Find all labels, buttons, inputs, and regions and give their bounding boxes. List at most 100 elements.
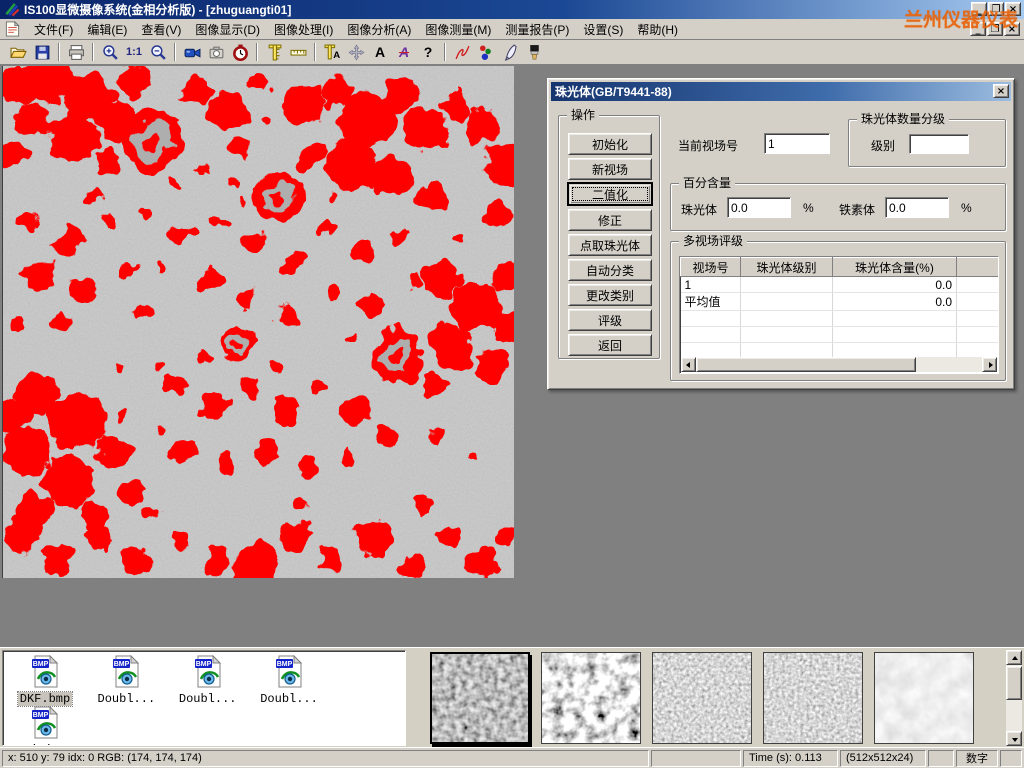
- menu-item-image-process[interactable]: 图像处理(I): [267, 19, 340, 40]
- svg-text:BMP: BMP: [33, 712, 49, 719]
- annotate-measure-button[interactable]: A: [320, 41, 344, 63]
- menu-item-image-analysis[interactable]: 图像分析(A): [340, 19, 418, 40]
- quill-pen-icon: [502, 44, 519, 61]
- scroll-thumb[interactable]: [696, 357, 916, 372]
- scroll-right-button[interactable]: [982, 357, 997, 372]
- change-class-button[interactable]: 更改类别: [568, 284, 652, 306]
- print-button[interactable]: [64, 41, 88, 63]
- level-input[interactable]: [909, 134, 969, 154]
- save-icon: [34, 44, 51, 61]
- dialog-close-button[interactable]: ×: [993, 84, 1009, 98]
- pearlite-percent-input[interactable]: [727, 197, 791, 218]
- camera-icon: [208, 44, 225, 61]
- file-item[interactable]: BMP Doubl...: [251, 655, 327, 706]
- file-name[interactable]: DKF.bmp: [18, 692, 72, 706]
- menu-item-file[interactable]: 文件(F): [27, 19, 80, 40]
- window-restore-button[interactable]: ❐: [988, 2, 1004, 16]
- file-item[interactable]: BMP Doubl...: [88, 655, 164, 706]
- spline-tool-button[interactable]: [450, 41, 474, 63]
- open-file-button[interactable]: [6, 41, 30, 63]
- count-points-button[interactable]: [474, 41, 498, 63]
- mdi-workspace: 珠光体(GB/T9441-88) × 操作 初始化 新视场 二值化 修正 点取珠…: [0, 65, 1024, 647]
- camera-capture-button[interactable]: [204, 41, 228, 63]
- return-button[interactable]: 返回: [568, 334, 652, 356]
- new-field-button[interactable]: 新视场: [568, 158, 652, 180]
- thumbnail-2[interactable]: [541, 652, 641, 744]
- menu-bar: 文件(F) 编辑(E) 查看(V) 图像显示(D) 图像处理(I) 图像分析(A…: [0, 19, 1024, 40]
- bmp-file-icon: BMP: [274, 655, 304, 688]
- text-style-button[interactable]: A: [392, 41, 416, 63]
- current-field-input[interactable]: [764, 133, 830, 154]
- rating-table-container: 视场号 珠光体级别 珠光体含量(%) 铁素体含量(%) 1 0.0 平均值: [679, 256, 999, 374]
- pen-tool-button[interactable]: [498, 41, 522, 63]
- col-pearlite-pct[interactable]: 珠光体含量(%): [833, 258, 957, 277]
- caliper-measure-button[interactable]: [262, 41, 286, 63]
- scroll-left-button[interactable]: [681, 357, 696, 372]
- file-item[interactable]: BMP Doubl...: [170, 655, 246, 706]
- thumbnail-3[interactable]: [652, 652, 752, 744]
- table-row[interactable]: 平均值 0.0: [681, 293, 1000, 311]
- menu-item-image-display[interactable]: 图像显示(D): [188, 19, 267, 40]
- menu-item-image-measure[interactable]: 图像测量(M): [418, 19, 498, 40]
- table-row[interactable]: 1 0.0: [681, 277, 1000, 293]
- stopwatch-icon: [232, 44, 249, 61]
- col-pearlite-level[interactable]: 珠光体级别: [741, 258, 833, 277]
- thumbnail-4[interactable]: [763, 652, 863, 744]
- zoom-out-button[interactable]: [146, 41, 170, 63]
- file-name[interactable]: HuiTi...: [14, 743, 76, 746]
- file-name[interactable]: Doubl...: [96, 692, 158, 706]
- window-minimize-button[interactable]: _: [971, 2, 987, 16]
- bmp-file-icon: BMP: [193, 655, 223, 688]
- file-item[interactable]: BMP HuiTi...: [7, 706, 83, 746]
- mdi-restore-button[interactable]: ❐: [987, 22, 1003, 36]
- zoom-actual-size-button[interactable]: 1:1: [122, 41, 146, 63]
- move-tool-button[interactable]: [344, 41, 368, 63]
- dialog-title-bar[interactable]: 珠光体(GB/T9441-88) ×: [551, 82, 1011, 101]
- video-camera-icon: [184, 44, 201, 61]
- micrograph-image[interactable]: [2, 66, 514, 578]
- auto-classify-button[interactable]: 自动分类: [568, 259, 652, 281]
- current-field-label: 当前视场号: [678, 137, 738, 154]
- menu-item-help[interactable]: 帮助(H): [630, 19, 685, 40]
- svg-text:BMP: BMP: [195, 661, 211, 668]
- ruler-measure-button[interactable]: [286, 41, 310, 63]
- percent-group: 百分含量 珠光体 % 铁素体 %: [670, 183, 1006, 231]
- mdi-minimize-button[interactable]: _: [970, 22, 986, 36]
- cell-pearlite-pct: 0.0: [833, 277, 957, 293]
- binarize-button[interactable]: 二值化: [568, 183, 652, 205]
- ferrite-percent-input[interactable]: [885, 197, 949, 218]
- save-button[interactable]: [30, 41, 54, 63]
- help-button[interactable]: ?: [416, 41, 440, 63]
- grade-button[interactable]: 评级: [568, 309, 652, 331]
- menu-item-edit[interactable]: 编辑(E): [80, 19, 134, 40]
- brush-tool-button[interactable]: [522, 41, 546, 63]
- file-name[interactable]: Doubl...: [258, 692, 320, 706]
- thumbnail-1[interactable]: [430, 652, 530, 744]
- init-button[interactable]: 初始化: [568, 133, 652, 155]
- open-folder-icon: [10, 44, 27, 61]
- thumbnail-5[interactable]: [874, 652, 974, 744]
- menu-item-view[interactable]: 查看(V): [134, 19, 188, 40]
- menu-item-settings[interactable]: 设置(S): [576, 19, 630, 40]
- rating-table: 视场号 珠光体级别 珠光体含量(%) 铁素体含量(%) 1 0.0 平均值: [680, 257, 999, 359]
- pearlite-unit: %: [803, 201, 814, 215]
- table-horizontal-scrollbar[interactable]: [681, 357, 997, 372]
- video-capture-button[interactable]: [180, 41, 204, 63]
- multi-field-group-label: 多视场评级: [679, 234, 747, 248]
- col-ferrite-pct[interactable]: 铁素体含量(%): [957, 258, 1000, 277]
- file-name[interactable]: Doubl...: [177, 692, 239, 706]
- text-tool-button[interactable]: A: [368, 41, 392, 63]
- mdi-close-button[interactable]: ×: [1004, 22, 1020, 36]
- correct-button[interactable]: 修正: [568, 209, 652, 231]
- window-close-button[interactable]: ×: [1005, 2, 1021, 16]
- status-time: Time (s): 0.113: [743, 750, 838, 767]
- menu-item-measure-report[interactable]: 测量报告(P): [498, 19, 576, 40]
- pick-pearlite-button[interactable]: 点取珠光体: [568, 234, 652, 256]
- timer-button[interactable]: [228, 41, 252, 63]
- zoom-in-button[interactable]: [98, 41, 122, 63]
- col-field-number[interactable]: 视场号: [681, 258, 741, 277]
- thumbnail-strip: [424, 648, 1024, 748]
- document-icon: [4, 21, 21, 37]
- file-item[interactable]: BMP DKF.bmp: [7, 655, 83, 706]
- toolbar-separator: [314, 43, 316, 61]
